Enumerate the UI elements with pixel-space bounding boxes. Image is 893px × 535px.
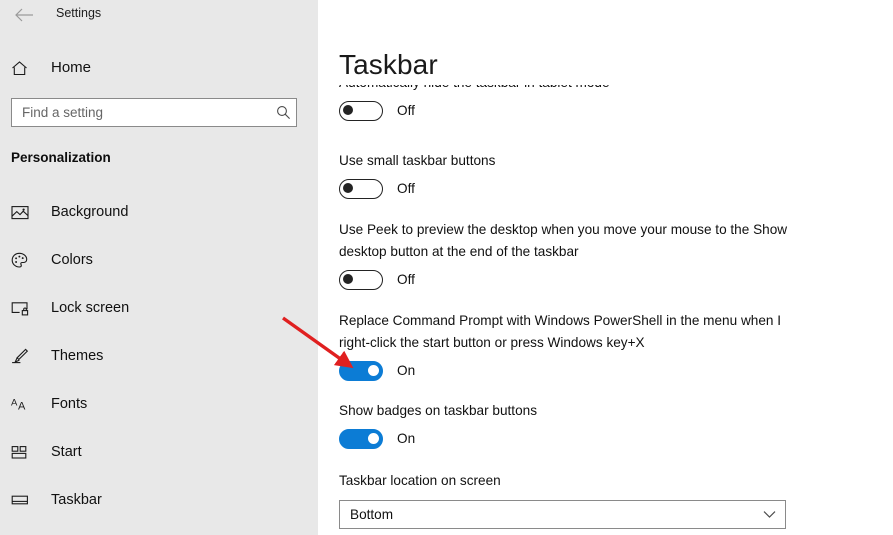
setting-taskbar-location: Taskbar location on screen Bottom	[339, 470, 879, 529]
sidebar-item-taskbar-label: Taskbar	[51, 492, 102, 508]
taskbar-icon	[11, 493, 41, 507]
sidebar-item-colors-label: Colors	[51, 252, 93, 268]
use-peek-toggle[interactable]	[339, 270, 383, 290]
sidebar-section-heading: Personalization	[11, 150, 111, 165]
toggle-knob	[367, 432, 379, 445]
brush-icon	[11, 348, 41, 364]
sidebar-item-lock-screen[interactable]: Lock screen	[0, 284, 318, 332]
sidebar-item-fonts[interactable]: A A Fonts	[0, 380, 318, 428]
sidebar-item-start-label: Start	[51, 444, 82, 460]
sidebar-item-lock-screen-label: Lock screen	[51, 300, 130, 316]
sidebar-item-background-label: Background	[51, 204, 129, 220]
setting-small-buttons-label: Use small taskbar buttons	[339, 153, 496, 168]
setting-use-peek-label: Use Peek to preview the desktop when you…	[339, 222, 788, 259]
settings-window: Settings Home Find a setting Personaliza…	[0, 0, 893, 535]
setting-show-badges-label: Show badges on taskbar buttons	[339, 403, 537, 418]
toggle-knob	[343, 183, 354, 194]
taskbar-location-dropdown[interactable]: Bottom	[339, 500, 786, 529]
svg-text:A: A	[18, 401, 26, 413]
search-input-placeholder: Find a setting	[22, 104, 104, 120]
page-title: Taskbar	[339, 48, 438, 82]
sidebar-item-colors[interactable]: Colors	[0, 236, 318, 284]
lock-screen-icon	[11, 301, 41, 316]
setting-show-badges: Show badges on taskbar buttons On	[339, 400, 879, 449]
setting-small-buttons: Use small taskbar buttons Off	[339, 150, 879, 199]
chevron-down-icon[interactable]	[763, 501, 776, 528]
show-badges-state: On	[397, 431, 416, 446]
toggle-knob	[343, 105, 354, 116]
show-badges-toggle[interactable]	[339, 429, 383, 449]
search-icon[interactable]	[270, 105, 296, 120]
svg-text:A: A	[11, 398, 18, 409]
content-pane: Automatically hide the taskbar in tablet…	[318, 0, 893, 535]
sidebar-item-themes[interactable]: Themes	[0, 332, 318, 380]
setting-taskbar-location-label: Taskbar location on screen	[339, 473, 501, 488]
sidebar-item-themes-label: Themes	[51, 348, 104, 364]
palette-icon	[11, 252, 41, 269]
small-buttons-toggle-row: Off	[339, 179, 879, 199]
toggle-knob	[343, 274, 354, 285]
setting-replace-cmd-powershell: Replace Command Prompt with Windows Powe…	[339, 310, 879, 381]
auto-hide-tablet-state: Off	[397, 103, 415, 118]
setting-use-peek: Use Peek to preview the desktop when you…	[339, 219, 879, 290]
show-badges-toggle-row: On	[339, 429, 879, 449]
small-buttons-state: Off	[397, 181, 415, 196]
search-input[interactable]: Find a setting	[11, 98, 297, 127]
sidebar-item-home-label: Home	[51, 59, 92, 76]
powershell-toggle-row: On	[339, 361, 879, 381]
home-icon	[11, 60, 41, 77]
auto-hide-tablet-toggle-row: Off	[339, 101, 879, 121]
start-tiles-icon	[11, 445, 41, 460]
small-buttons-toggle[interactable]	[339, 179, 383, 199]
sidebar: Settings Home Find a setting Personaliza…	[0, 0, 318, 535]
powershell-state: On	[397, 363, 416, 378]
app-title: Settings	[56, 6, 102, 20]
title-bar: Settings	[0, 0, 318, 30]
sidebar-nav-list: Background Colors Lock screen Themes A A…	[0, 188, 318, 524]
back-arrow-icon[interactable]	[11, 2, 37, 28]
sidebar-item-background[interactable]: Background	[0, 188, 318, 236]
taskbar-location-value: Bottom	[350, 506, 394, 522]
sidebar-item-taskbar[interactable]: Taskbar	[0, 476, 318, 524]
setting-replace-cmd-powershell-label: Replace Command Prompt with Windows Powe…	[339, 313, 781, 350]
use-peek-state: Off	[397, 272, 415, 287]
sidebar-item-fonts-label: Fonts	[51, 396, 88, 412]
sidebar-item-home[interactable]: Home	[0, 53, 318, 83]
auto-hide-tablet-toggle[interactable]	[339, 101, 383, 121]
sidebar-item-start[interactable]: Start	[0, 428, 318, 476]
font-aa-icon: A A	[11, 396, 41, 413]
picture-icon	[11, 205, 41, 220]
powershell-toggle[interactable]	[339, 361, 383, 381]
toggle-knob	[367, 364, 379, 377]
use-peek-toggle-row: Off	[339, 270, 879, 290]
